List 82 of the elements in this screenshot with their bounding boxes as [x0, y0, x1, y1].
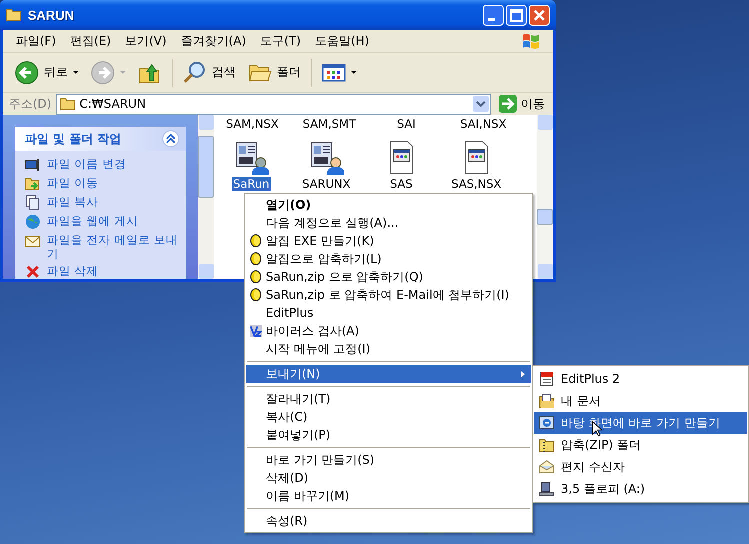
context-menu-item[interactable]: 삭제(D) — [246, 469, 531, 487]
zip-folder-icon — [539, 437, 555, 453]
folders-button[interactable]: 폴더 — [244, 58, 305, 86]
coin-icon — [250, 270, 262, 284]
file-name[interactable]: SAM,SMT — [291, 117, 368, 131]
context-menu-item[interactable]: 열기(O) — [246, 196, 531, 214]
menu-item[interactable]: 파일(F) — [9, 32, 64, 50]
notepad-icon — [539, 371, 555, 387]
context-menu-item[interactable]: 다음 계정으로 실행(A)... — [246, 214, 531, 232]
context-menu-item[interactable]: 보내기(N) — [246, 365, 531, 383]
task-link[interactable]: 파일 복사 — [47, 195, 99, 209]
submenu-item[interactable]: 압축(ZIP) 폴더 — [534, 434, 747, 456]
context-menu-item[interactable]: 복사(C) — [246, 408, 531, 426]
window-title: SARUN — [28, 8, 76, 22]
submenu-item[interactable]: EditPlus 2 — [534, 368, 747, 390]
context-menu-item[interactable]: 붙여넣기(P) — [246, 426, 531, 444]
application-icon[interactable] — [310, 141, 344, 175]
search-icon — [183, 60, 207, 84]
go-button[interactable]: 이동 — [495, 95, 549, 113]
file-name[interactable]: SARUNX — [301, 177, 352, 191]
file-name[interactable]: SaRun — [232, 177, 271, 191]
windows-flag-icon — [521, 31, 541, 51]
file-name[interactable]: SAS,NSX — [450, 177, 503, 191]
file-name[interactable]: SAI — [368, 117, 445, 131]
submenu-item[interactable]: 편지 수신자 — [534, 456, 747, 478]
address-field[interactable]: C:₩SARUN — [56, 94, 491, 114]
envelope-icon — [539, 459, 555, 475]
file-name[interactable]: SAS — [389, 177, 414, 191]
context-menu-item[interactable]: EditPlus — [246, 304, 531, 322]
context-menu-item[interactable]: 바이러스 검사(A) — [246, 322, 531, 340]
arrow-icon — [499, 95, 517, 113]
submenu-item[interactable]: 내 문서 — [534, 390, 747, 412]
caret-icon — [120, 70, 126, 74]
scrollbar[interactable] — [198, 115, 214, 279]
virus-scan-icon — [250, 324, 262, 338]
file-name[interactable]: SAM,NSX — [214, 117, 291, 131]
documents-folder-icon — [539, 393, 555, 409]
chevron-icon — [162, 130, 180, 148]
search-button[interactable]: 검색 — [179, 58, 240, 86]
dropdown-button[interactable] — [473, 96, 489, 112]
task-link[interactable]: 파일 이름 변경 — [47, 157, 126, 171]
task-box-header[interactable]: 파일 및 폴더 작업 — [15, 127, 186, 151]
back-button[interactable]: 뒤로 — [11, 58, 83, 86]
context-menu-item[interactable]: 속성(R) — [246, 512, 531, 530]
menu-item[interactable]: 도움말(H) — [308, 32, 376, 50]
address-label: 주소(D) — [9, 96, 52, 112]
submenu-item[interactable]: 3,5 플로피 (A:) — [534, 478, 747, 500]
menu-item[interactable]: 편집(E) — [63, 32, 118, 50]
folder-icon — [6, 8, 22, 22]
maximize-button[interactable] — [506, 4, 527, 26]
copy-icon — [25, 195, 41, 211]
folder-icon — [60, 97, 76, 111]
context-menu-item[interactable]: SaRun,zip 으로 압축하기(Q) — [246, 268, 531, 286]
context-menu-item[interactable]: 시작 메뉴에 고정(I) — [246, 340, 531, 358]
coin-icon — [250, 252, 262, 266]
context-menu-item[interactable]: SaRun,zip 로 압축하여 E-Mail에 첨부하기(I) — [246, 286, 531, 304]
coin-icon — [250, 234, 262, 248]
file-name[interactable]: SAI,NSX — [445, 117, 522, 131]
minimize-button[interactable] — [483, 4, 504, 26]
coin-icon — [250, 288, 262, 302]
caret-icon — [73, 70, 79, 74]
menu-item[interactable]: 도구(T) — [253, 32, 308, 50]
caret-icon — [351, 70, 357, 74]
context-menu-item[interactable]: 잘라내기(T) — [246, 390, 531, 408]
context-menu-item[interactable]: 바로 가기 만들기(S) — [246, 451, 531, 469]
scrollbar[interactable] — [537, 115, 553, 279]
context-menu-item[interactable]: 알집 EXE 만들기(K) — [246, 232, 531, 250]
globe-icon — [25, 214, 41, 230]
delete-icon — [25, 264, 41, 279]
task-link[interactable]: 파일을 전자 메일로 보내기 — [47, 233, 180, 261]
menu-item[interactable]: 즐겨찾기(A) — [174, 32, 254, 50]
context-menu-item[interactable]: 이름 바꾸기(M) — [246, 487, 531, 505]
close-button[interactable] — [529, 4, 550, 26]
task-link[interactable]: 파일 삭제 — [47, 264, 99, 278]
menu-item[interactable]: 보기(V) — [118, 32, 174, 50]
task-link[interactable]: 파일 이동 — [47, 176, 99, 190]
submenu-arrow-icon — [521, 370, 525, 378]
application-icon[interactable] — [234, 141, 268, 175]
context-menu-item[interactable]: 알집으로 압축하기(L) — [246, 250, 531, 268]
floppy-drive-icon — [539, 481, 555, 497]
move-icon — [25, 176, 41, 192]
task-link[interactable]: 파일을 웹에 게시 — [47, 214, 138, 228]
